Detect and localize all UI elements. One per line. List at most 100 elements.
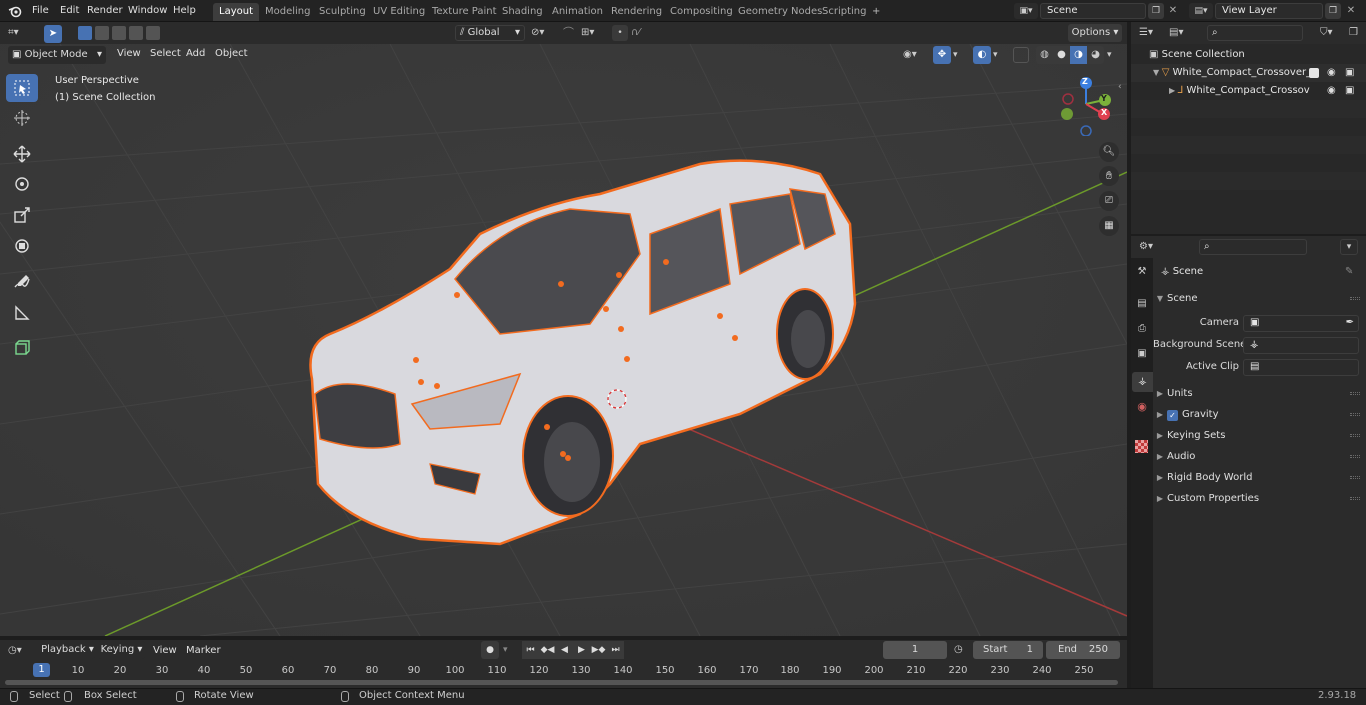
tab-texture-paint[interactable]: Texture Paint — [426, 3, 503, 21]
overlays-dropdown-icon[interactable]: ▾ — [993, 46, 1005, 64]
view-layer-tab-icon[interactable]: ▣ — [1134, 348, 1150, 366]
blender-logo-icon[interactable] — [8, 4, 22, 18]
outliner-row-child[interactable]: ▶ ⅃ White_Compact_Crossov ◉ ▣ — [1131, 82, 1366, 100]
tab-geometry-nodes[interactable]: Geometry Nodes — [732, 3, 828, 21]
gizmo-dropdown-icon[interactable]: ▾ — [953, 46, 965, 64]
delete-view-layer-icon[interactable]: ✕ — [1344, 3, 1358, 19]
tab-uv-editing[interactable]: UV Editing — [367, 3, 431, 21]
zoom-icon[interactable]: 🔍︎ — [1099, 142, 1119, 162]
timeline-menu-marker[interactable]: Marker — [181, 643, 226, 659]
output-tab-icon[interactable]: ⎙ — [1134, 323, 1150, 341]
select-mode-subtract-icon[interactable] — [112, 26, 126, 40]
properties-search-input[interactable]: ⌕ — [1199, 239, 1307, 255]
menu-help[interactable]: Help — [168, 3, 201, 19]
drag-grip-icon[interactable] — [1350, 434, 1360, 437]
camera-render-icon[interactable]: ▣ — [1345, 82, 1354, 100]
add-cube-tool-icon[interactable] — [6, 334, 38, 362]
render-tab-icon[interactable]: ▤ — [1134, 298, 1150, 316]
perspective-toggle-icon[interactable]: ▦ — [1099, 216, 1119, 236]
scale-tool-icon[interactable] — [6, 201, 38, 229]
camera-view-icon[interactable]: ⎚ — [1099, 191, 1119, 211]
overlays-toggle-icon[interactable]: ◐ — [973, 46, 991, 64]
start-frame-field[interactable]: Start 1 — [973, 641, 1043, 659]
gravity-panel-header[interactable]: ▶ ✓ Gravity — [1153, 404, 1366, 425]
drag-grip-icon[interactable] — [1350, 497, 1360, 500]
drag-grip-icon[interactable] — [1350, 476, 1360, 479]
tab-compositing[interactable]: Compositing — [664, 3, 739, 21]
drag-grip-icon[interactable] — [1350, 392, 1360, 395]
view-layer-selector-icon[interactable]: ▤▾ — [1189, 3, 1213, 19]
add-workspace-button[interactable]: + — [866, 3, 886, 21]
outliner-editor-type-icon[interactable]: ☰▾ — [1139, 25, 1165, 41]
end-frame-field[interactable]: End 250 — [1046, 641, 1120, 659]
measure-tool-icon[interactable] — [6, 299, 38, 327]
viewport-menu-object[interactable]: Object — [210, 46, 253, 62]
outliner-row-scene-collection[interactable]: ▣ Scene Collection — [1131, 46, 1366, 64]
select-mode-extend-icon[interactable] — [95, 26, 109, 40]
tab-sculpting[interactable]: Sculpting — [313, 3, 372, 21]
scene-panel-header[interactable]: ▼ Scene — [1153, 288, 1366, 309]
navigation-gizmo[interactable]: Z Y X — [1058, 74, 1118, 137]
camera-render-icon[interactable]: ▣ — [1345, 64, 1354, 82]
gizmo-toggle-icon[interactable]: ✥ — [933, 46, 951, 64]
checkbox-icon[interactable] — [1309, 68, 1319, 78]
cursor-tool-icon[interactable] — [6, 104, 38, 132]
object-mode-dropdown[interactable]: ▣ Object Mode ▾ — [8, 46, 106, 64]
drag-grip-icon[interactable] — [1350, 455, 1360, 458]
solid-shading-icon[interactable]: ● — [1053, 46, 1070, 64]
viewport-menu-select[interactable]: Select — [145, 46, 186, 62]
properties-editor-type-icon[interactable]: ⚙▾ — [1139, 239, 1165, 255]
copy-view-layer-icon[interactable]: ❐ — [1325, 3, 1341, 19]
playhead[interactable]: 1 — [33, 663, 50, 677]
play-reverse-icon[interactable]: ◀ — [556, 641, 573, 659]
select-mode-new-icon[interactable] — [78, 26, 92, 40]
world-tab-icon[interactable]: ◉ — [1134, 400, 1150, 418]
pan-hand-icon[interactable]: ✋︎ — [1099, 166, 1119, 186]
camera-field[interactable]: ▣ ✒ — [1243, 315, 1359, 332]
drag-grip-icon[interactable] — [1350, 413, 1360, 416]
delete-scene-icon[interactable]: ✕ — [1166, 3, 1180, 19]
next-keyframe-icon[interactable]: ▶◆ — [590, 641, 607, 659]
outliner-search-input[interactable]: ⌕ — [1207, 25, 1303, 41]
tab-animation[interactable]: Animation — [546, 3, 609, 21]
tab-layout[interactable]: Layout — [213, 3, 259, 21]
drag-grip-icon[interactable] — [1350, 297, 1360, 300]
keying-sets-panel-header[interactable]: ▶ Keying Sets — [1153, 425, 1366, 446]
view-layer-field[interactable]: View Layer — [1215, 3, 1323, 19]
keying-menu[interactable]: Keying ▾ — [98, 641, 145, 659]
xray-toggle-icon[interactable] — [1013, 47, 1029, 63]
filter-icon[interactable]: ⛉▾ — [1320, 25, 1344, 41]
viewport-menu-add[interactable]: Add — [181, 46, 210, 62]
gravity-checkbox[interactable]: ✓ — [1167, 410, 1178, 421]
units-panel-header[interactable]: ▶ Units — [1153, 383, 1366, 404]
record-icon[interactable]: ● — [481, 641, 499, 659]
select-tool-icon[interactable]: ➤ — [44, 25, 62, 43]
select-mode-intersect-icon[interactable] — [146, 26, 160, 40]
tool-tab-icon[interactable]: ⚒ — [1134, 266, 1150, 284]
pivot-point-icon[interactable]: ⊘▾ — [531, 25, 557, 41]
scene-selector-icon[interactable]: ▣▾ — [1014, 3, 1038, 19]
pin-icon[interactable]: ✎ — [1345, 262, 1353, 282]
proportional-edit-icon[interactable]: • — [612, 25, 628, 41]
new-collection-icon[interactable]: ❐ — [1349, 25, 1363, 41]
3d-viewport[interactable]: User Perspective (1) Scene Collection Z … — [0, 44, 1127, 636]
current-frame-field[interactable]: 1 — [883, 641, 947, 659]
visibility-selectability-icon[interactable]: ◉▾ — [903, 46, 929, 64]
auto-keying-dropdown-icon[interactable]: ▾ — [503, 641, 515, 659]
outliner-row-object[interactable]: ▼ ▽ White_Compact_Crossover_S ◉ ▣ — [1131, 64, 1366, 82]
rendered-shading-icon[interactable]: ◕ — [1087, 46, 1104, 64]
rigid-body-world-panel-header[interactable]: ▶ Rigid Body World — [1153, 467, 1366, 488]
viewport-menu-view[interactable]: View — [112, 46, 146, 62]
tab-rendering[interactable]: Rendering — [605, 3, 668, 21]
options-dropdown[interactable]: Options ▾ — [1068, 24, 1122, 42]
texture-tab-icon[interactable] — [1135, 440, 1148, 453]
sidebar-toggle-icon[interactable]: ‹ — [1118, 82, 1126, 94]
falloff-icon[interactable]: ∩⁄ — [631, 25, 655, 41]
menu-edit[interactable]: Edit — [55, 3, 84, 19]
copy-scene-icon[interactable]: ❐ — [1148, 3, 1164, 19]
outliner-display-mode-icon[interactable]: ▤▾ — [1169, 25, 1195, 41]
shading-dropdown-icon[interactable]: ▾ — [1107, 46, 1119, 64]
play-icon[interactable]: ▶ — [573, 641, 590, 659]
jump-end-icon[interactable]: ⏭ — [607, 641, 624, 659]
eye-icon[interactable]: ◉ — [1327, 82, 1336, 100]
